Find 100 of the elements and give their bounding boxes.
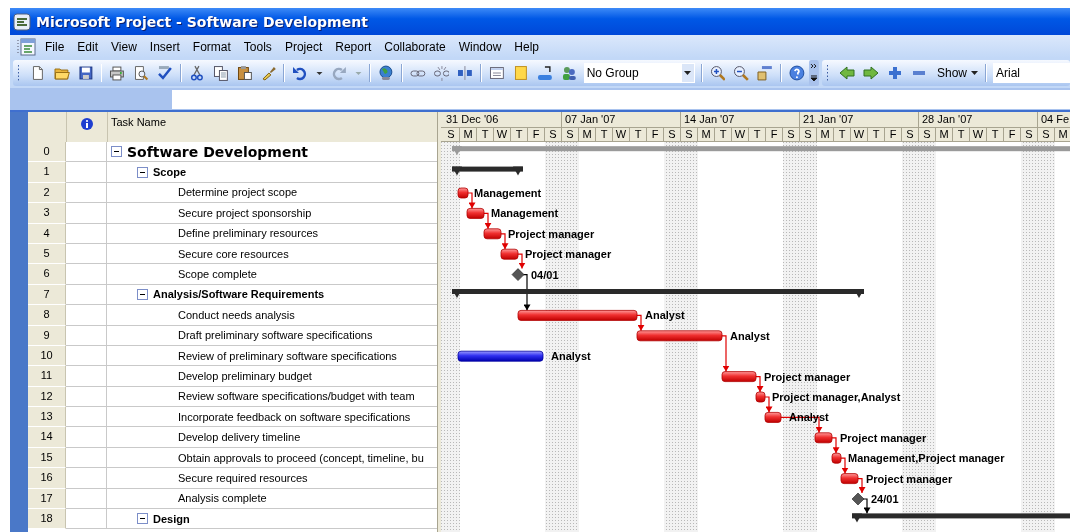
menu-item[interactable]: Window xyxy=(453,39,510,54)
row-number[interactable]: 3 xyxy=(28,203,66,224)
day-label: F xyxy=(885,128,902,141)
row-number[interactable]: 2 xyxy=(28,182,66,204)
check-mark-icon[interactable] xyxy=(157,65,173,81)
row-number[interactable]: 13 xyxy=(28,407,66,428)
row-number[interactable]: 16 xyxy=(28,468,66,489)
menu-item[interactable]: View xyxy=(106,39,145,54)
menu-item[interactable]: Edit xyxy=(72,39,107,54)
task-bar[interactable] xyxy=(755,391,766,403)
row-number[interactable]: 4 xyxy=(28,223,66,244)
broken-link-icon[interactable] xyxy=(433,65,450,81)
brush-icon[interactable] xyxy=(260,65,277,81)
printer-icon[interactable] xyxy=(109,65,126,81)
row-number[interactable]: 18 xyxy=(28,509,66,530)
menu-item[interactable]: Help xyxy=(509,39,547,54)
menu-item[interactable]: Format xyxy=(187,39,239,54)
row-number[interactable]: 5 xyxy=(28,243,66,265)
copy-icon[interactable] xyxy=(212,65,229,81)
row-number[interactable]: 14 xyxy=(28,427,66,448)
row-number[interactable]: 1 xyxy=(28,162,66,183)
task-bar[interactable] xyxy=(814,432,833,444)
entry-field[interactable] xyxy=(172,89,1070,109)
resource-label: Project manager,Analyst xyxy=(772,391,901,403)
assign-icon[interactable] xyxy=(536,65,553,81)
link-arrow xyxy=(467,192,476,209)
row-number[interactable]: 11 xyxy=(28,366,66,387)
font-field[interactable]: Arial xyxy=(993,63,1070,83)
task-bar[interactable] xyxy=(840,473,859,484)
task-name: Conduct needs analysis xyxy=(178,308,295,321)
row-number[interactable]: 0 xyxy=(28,142,66,163)
milestone-diamond[interactable] xyxy=(511,268,525,281)
day-label: F xyxy=(1004,128,1021,141)
menu-item[interactable]: Project xyxy=(279,39,331,54)
task-name: Review of preliminary software specifications xyxy=(178,349,397,362)
day-label: W xyxy=(851,128,868,141)
row-number[interactable]: 6 xyxy=(28,264,66,285)
menu-item[interactable]: Report xyxy=(330,39,380,54)
task-bar[interactable] xyxy=(721,371,757,382)
summary-bar[interactable] xyxy=(852,513,1070,523)
task-bar[interactable] xyxy=(764,412,782,423)
row-number[interactable]: 17 xyxy=(28,488,66,510)
task-name: Secure required resources xyxy=(178,471,308,484)
scissors-icon[interactable] xyxy=(189,65,205,81)
collapse-toggle[interactable] xyxy=(137,288,148,300)
row-number[interactable]: 8 xyxy=(28,305,66,326)
collapse-toggle[interactable] xyxy=(111,146,122,158)
day-label: T xyxy=(715,128,732,141)
left-arrow-icon[interactable] xyxy=(839,65,855,81)
wizard-icon[interactable] xyxy=(757,65,774,81)
task-bar[interactable] xyxy=(500,248,519,260)
undo-icon[interactable] xyxy=(292,65,309,81)
menu-item[interactable]: Collaborate xyxy=(379,39,454,54)
resource-label: Project manager xyxy=(508,227,595,240)
link-arrow xyxy=(500,233,509,250)
row-number[interactable]: 12 xyxy=(28,386,66,408)
summary-bar[interactable] xyxy=(452,289,864,298)
project-summary-bar[interactable] xyxy=(452,146,1070,156)
task-bar[interactable] xyxy=(831,452,842,464)
people-icon[interactable] xyxy=(560,65,577,81)
zoom-out-icon[interactable] xyxy=(733,65,750,81)
task-bar[interactable] xyxy=(466,208,485,219)
clipboard-icon[interactable] xyxy=(236,65,253,81)
link-arrow xyxy=(483,212,492,230)
document-icon[interactable] xyxy=(17,37,37,56)
window-title: Microsoft Project - Software Development xyxy=(36,13,368,30)
row-number[interactable]: 9 xyxy=(28,325,66,346)
menu-item[interactable]: Tools xyxy=(238,39,280,54)
group-dropdown[interactable]: No Group xyxy=(583,63,695,83)
print-preview-icon[interactable] xyxy=(133,65,150,81)
right-arrow-icon[interactable] xyxy=(863,65,879,81)
row-number[interactable]: 7 xyxy=(28,284,66,306)
task-bar[interactable] xyxy=(483,228,502,240)
split-icon[interactable] xyxy=(457,65,474,81)
collapse-toggle[interactable] xyxy=(137,513,148,525)
zoom-in-icon[interactable] xyxy=(709,65,726,81)
collapse-toggle[interactable] xyxy=(137,166,148,178)
plus-icon[interactable] xyxy=(887,65,903,81)
day-label: W xyxy=(613,128,630,141)
day-label: T xyxy=(953,128,970,141)
toolbar-options-icon[interactable] xyxy=(809,60,819,86)
summary-bar[interactable] xyxy=(452,166,523,176)
show-button[interactable]: Show xyxy=(937,66,979,80)
task-bar[interactable] xyxy=(636,330,723,342)
milestone-diamond[interactable] xyxy=(851,492,865,506)
task-info-icon[interactable] xyxy=(489,65,506,81)
task-bar[interactable] xyxy=(457,187,469,199)
folder-icon[interactable] xyxy=(53,65,70,81)
menu-item[interactable]: Insert xyxy=(144,39,188,54)
day-label: T xyxy=(834,128,851,141)
link-arrow xyxy=(857,478,866,494)
task-bar[interactable] xyxy=(457,350,544,362)
row-number[interactable]: 10 xyxy=(28,345,66,367)
row-number[interactable]: 15 xyxy=(28,447,66,469)
task-name: Review software specifications/budget with team xyxy=(178,390,415,403)
day-label: W xyxy=(970,128,987,141)
menu-item[interactable]: File xyxy=(40,39,73,54)
save-icon[interactable] xyxy=(77,65,94,81)
help-icon[interactable] xyxy=(789,65,805,81)
globe-icon[interactable] xyxy=(377,65,394,81)
